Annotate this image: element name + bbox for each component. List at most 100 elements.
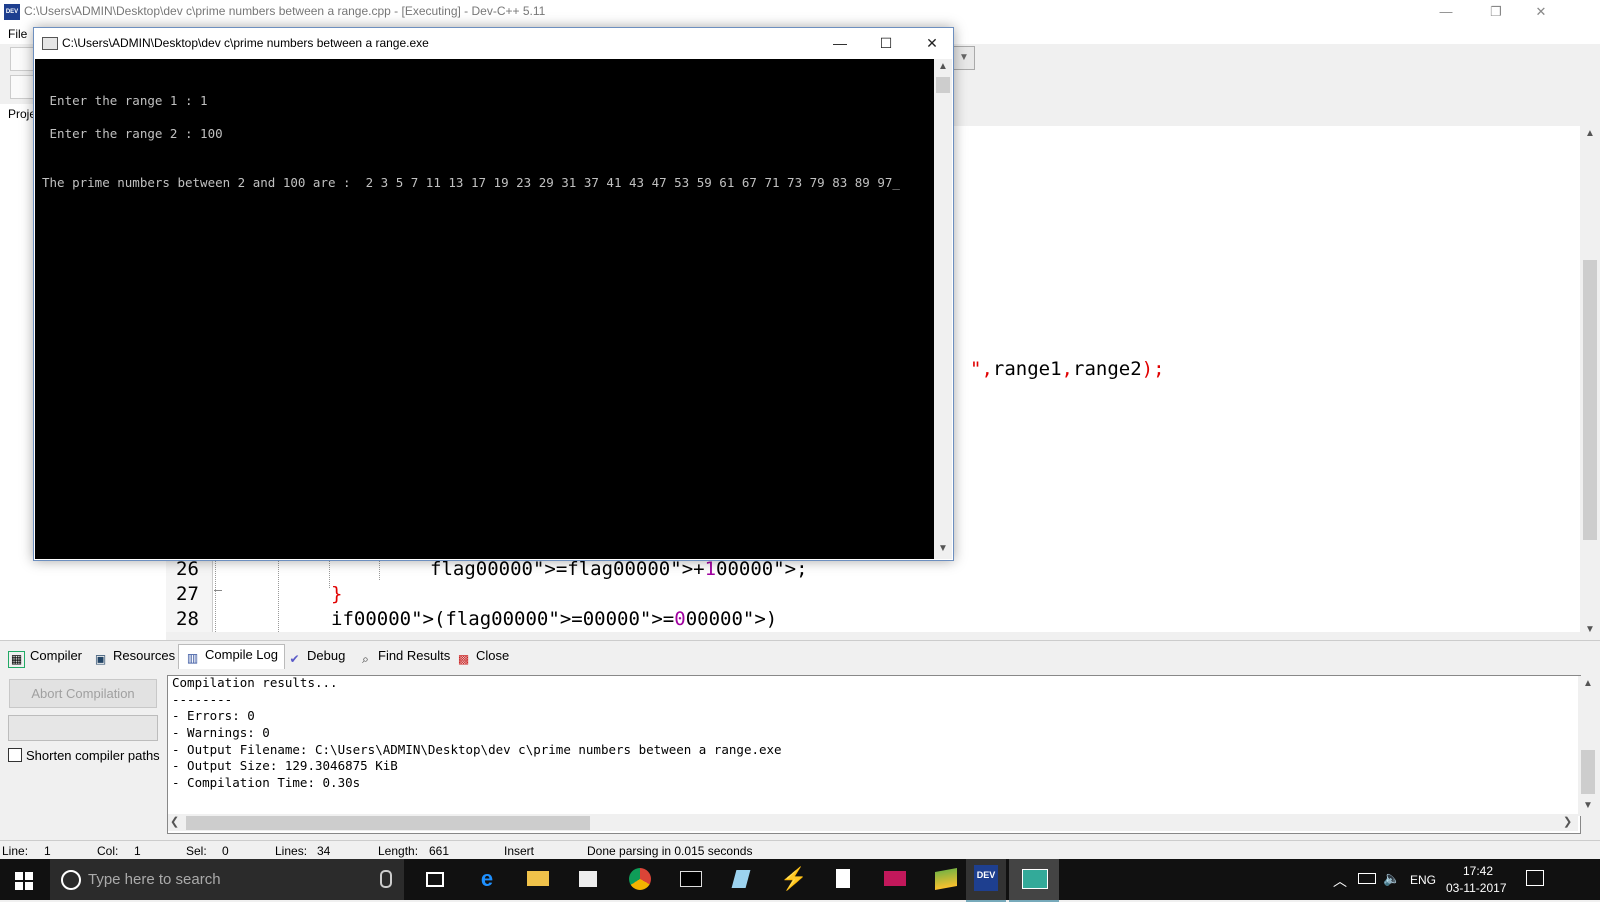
start-button[interactable] xyxy=(0,859,50,900)
clock-date[interactable]: 03-11-2017 xyxy=(1446,881,1507,895)
ide-restore-button[interactable]: ❐ xyxy=(1473,0,1519,24)
file-explorer-icon[interactable] xyxy=(525,867,551,891)
cortana-circle-icon xyxy=(61,870,81,890)
status-message: Done parsing in 0.015 seconds xyxy=(587,844,753,858)
line-number: 28 xyxy=(176,608,199,630)
notes-app-icon[interactable] xyxy=(729,867,755,891)
primes-output: The prime numbers between 2 and 100 are … xyxy=(42,175,893,190)
console-minimize-button[interactable]: — xyxy=(817,28,863,58)
log-line: Compilation results... xyxy=(172,675,338,690)
console-window[interactable]: C:\Users\ADMIN\Desktop\dev c\prime numbe… xyxy=(33,27,954,561)
shorten-paths-checkbox[interactable] xyxy=(8,748,22,762)
tab-label: Close xyxy=(476,648,510,663)
terminal-icon[interactable] xyxy=(678,867,704,891)
code-text: flag00000">=flag00000">+100000">; xyxy=(430,558,808,580)
console-app-icon xyxy=(42,37,58,50)
media-app-icon[interactable] xyxy=(882,867,908,891)
edge-browser-icon[interactable]: e xyxy=(474,867,500,891)
code-args: ,range1,range2); xyxy=(981,358,1165,380)
tab-find-results[interactable]: ⌕ Find Results xyxy=(358,646,450,666)
scroll-down-icon[interactable]: ▼ xyxy=(934,543,952,554)
scroll-up-icon[interactable]: ▲ xyxy=(1581,128,1599,139)
taskbar-search-box[interactable]: Type here to search xyxy=(50,859,404,900)
log-line: - Warnings: 0 xyxy=(172,725,270,740)
editor-vertical-scrollbar[interactable]: ▲ ▼ xyxy=(1580,126,1600,640)
toolbar-dropdown-chevron-down-icon[interactable]: ▼ xyxy=(953,46,975,70)
clock-time[interactable]: 17:42 xyxy=(1463,864,1493,878)
tab-project[interactable]: Proje xyxy=(8,107,36,121)
scroll-down-icon[interactable]: ▼ xyxy=(1581,624,1599,635)
code-line-27[interactable]: } xyxy=(331,583,342,605)
scroll-up-icon[interactable]: ▲ xyxy=(1579,678,1597,689)
show-hidden-icons-chevron-up-icon[interactable]: ︿ xyxy=(1333,871,1347,891)
scroll-thumb[interactable] xyxy=(186,816,590,830)
line-number: 27 xyxy=(176,583,199,605)
devcpp-taskbar-icon: DEV xyxy=(974,865,998,891)
flash-app-icon[interactable]: ⚡ xyxy=(780,867,807,891)
action-center-icon[interactable] xyxy=(1526,870,1544,886)
scroll-thumb[interactable] xyxy=(936,77,950,93)
tab-compiler[interactable]: ▦ Compiler xyxy=(8,646,83,668)
taskbar-devcpp-button[interactable]: DEV xyxy=(966,859,1006,902)
tab-debug[interactable]: ✔ Debug xyxy=(287,646,345,666)
chrome-icon[interactable] xyxy=(627,867,653,891)
indent-guide xyxy=(329,560,330,588)
volume-icon[interactable]: 🔈 xyxy=(1383,870,1400,887)
scroll-down-icon[interactable]: ▼ xyxy=(1579,800,1597,811)
console-maximize-button[interactable]: ☐ xyxy=(863,28,909,58)
windows-taskbar: Type here to search e ⚡ DEV ︿ 🔈 ENG 17:4… xyxy=(0,859,1600,902)
microphone-icon[interactable] xyxy=(380,870,392,888)
taskbar-console-button[interactable] xyxy=(1009,859,1059,902)
devcpp-app-icon: DEV xyxy=(4,4,20,20)
code-line-26[interactable]: flag00000">=flag00000">+100000">; xyxy=(430,558,808,580)
compile-log-output[interactable]: Compilation results... -------- - Errors… xyxy=(167,675,1581,834)
code-line-28[interactable]: if00000">(flag00000">=00000">=000000">) xyxy=(331,608,777,630)
log-line: - Output Size: 129.3046875 KiB xyxy=(172,758,398,773)
undo-icon[interactable] xyxy=(10,47,34,71)
log-line: - Errors: 0 xyxy=(172,708,255,723)
ide-close-button[interactable]: ✕ xyxy=(1518,0,1564,24)
line-number: 26 xyxy=(176,558,199,580)
code-fragment[interactable]: ",range1,range2); xyxy=(970,358,1165,380)
status-sel-value: 0 xyxy=(222,844,229,858)
status-col-label: Col: xyxy=(97,844,119,858)
close-icon: ▩ xyxy=(457,652,470,666)
menu-file[interactable]: File xyxy=(8,27,27,41)
bluestacks-icon[interactable] xyxy=(933,867,959,891)
scroll-right-icon[interactable]: ❯ xyxy=(1563,815,1572,828)
tab-compile-log[interactable]: ▥ Compile Log xyxy=(178,644,285,669)
compile-progress-bar xyxy=(8,715,158,741)
class-browser-icon[interactable] xyxy=(10,75,34,99)
search-placeholder: Type here to search xyxy=(88,871,221,888)
tab-resources[interactable]: ▣ Resources xyxy=(93,646,175,666)
console-line: Enter the range 2 : 100 xyxy=(42,126,223,141)
store-icon[interactable] xyxy=(576,867,602,891)
console-vertical-scrollbar[interactable]: ▲ ▼ xyxy=(934,59,952,559)
string-quote: " xyxy=(970,358,982,380)
language-indicator[interactable]: ENG xyxy=(1410,873,1436,887)
status-length-value: 661 xyxy=(429,844,450,858)
log-horizontal-scrollbar[interactable]: ❮ ❯ xyxy=(168,814,1578,831)
task-view-icon[interactable] xyxy=(421,867,447,891)
document-app-icon[interactable] xyxy=(831,867,857,891)
log-vertical-scrollbar[interactable]: ▲ ▼ xyxy=(1578,676,1598,816)
scroll-left-icon[interactable]: ❮ xyxy=(170,815,179,828)
fold-end-marker xyxy=(214,590,222,591)
console-output[interactable]: Enter the range 1 : 1 Enter the range 2 … xyxy=(35,59,934,559)
tab-label: Compiler xyxy=(30,648,83,663)
fold-guide xyxy=(215,560,216,640)
find-results-icon: ⌕ xyxy=(362,652,369,666)
console-title-bar[interactable]: C:\Users\ADMIN\Desktop\dev c\prime numbe… xyxy=(34,28,953,58)
shorten-paths-option[interactable]: Shorten compiler paths xyxy=(8,748,160,763)
abort-compilation-button[interactable]: Abort Compilation xyxy=(9,679,157,708)
status-sel-label: Sel: xyxy=(186,844,207,858)
text-cursor: _ xyxy=(892,175,900,190)
ide-minimize-button[interactable]: — xyxy=(1423,0,1469,24)
scroll-thumb[interactable] xyxy=(1583,260,1597,540)
scroll-thumb[interactable] xyxy=(1581,750,1595,794)
tab-close[interactable]: ▩ Close xyxy=(456,646,509,666)
log-line: - Compilation Time: 0.30s xyxy=(172,775,361,790)
console-close-button[interactable]: ✕ xyxy=(909,28,955,58)
scroll-up-icon[interactable]: ▲ xyxy=(934,61,952,72)
battery-icon[interactable] xyxy=(1358,873,1376,884)
